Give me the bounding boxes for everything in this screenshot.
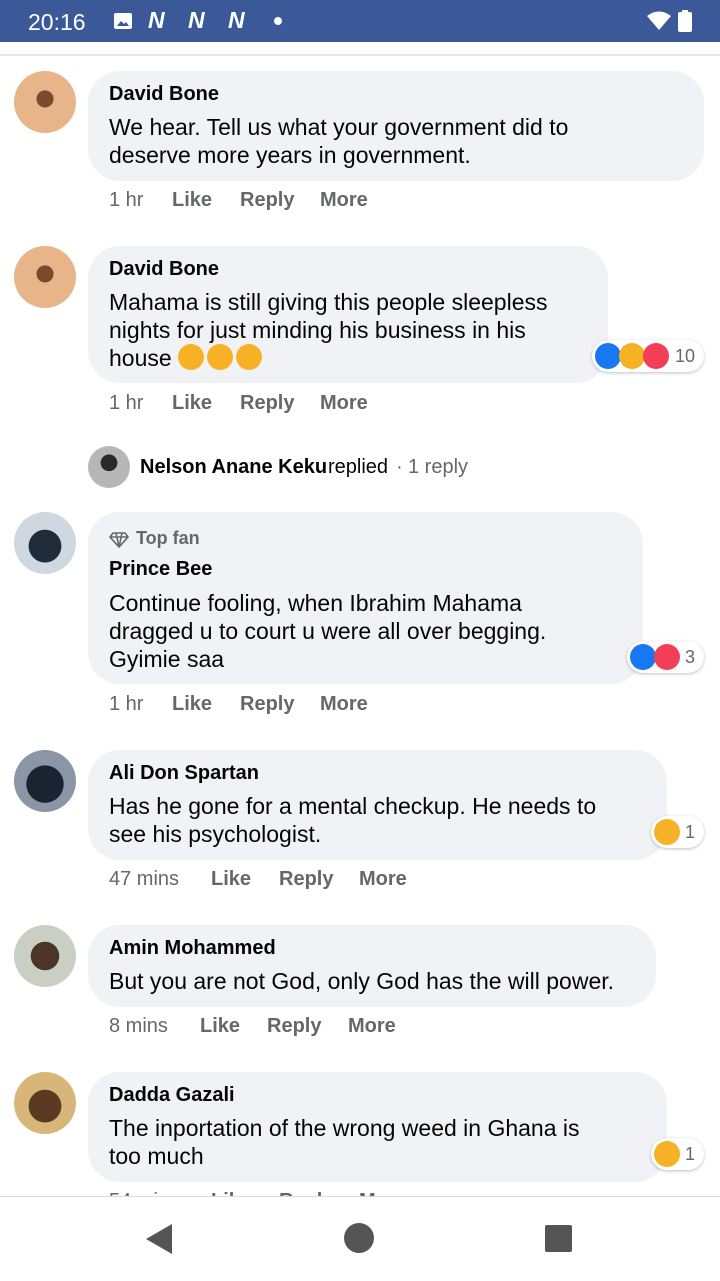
comment-time: 47 mins [109, 868, 180, 890]
more-button[interactable]: More [320, 693, 368, 716]
like-button[interactable]: Like [172, 392, 212, 415]
more-button[interactable]: More [320, 189, 368, 212]
comment-text: Gyimie saa [109, 646, 225, 672]
notification-n-icon: N [228, 7, 245, 33]
comment-bubble: Dadda Gazali The inportation of the wron… [88, 1072, 667, 1182]
comment-bubble: Ali Don Spartan Has he gone for a mental… [88, 750, 667, 860]
reply-button[interactable]: Reply [240, 693, 294, 716]
replier-name: Nelson Anane Keku [140, 456, 328, 478]
divider [0, 54, 720, 56]
like-icon [595, 343, 621, 369]
comment-text: Mahama is still giving this people sleep… [109, 289, 548, 315]
more-button[interactable]: More [359, 868, 407, 891]
comment-text: deserve more years in government. [109, 142, 471, 168]
notification-n-icon: N [188, 7, 205, 33]
comment-bubble: Top fan Prince Bee Continue fooling, whe… [88, 512, 643, 684]
navigation-bar [0, 1196, 720, 1281]
avatar[interactable] [14, 512, 76, 574]
comment-time: 1 hr [109, 693, 144, 715]
battery-icon [678, 10, 692, 32]
reply-button[interactable]: Reply [240, 392, 294, 415]
comment-text: The inportation of the wrong weed in Gha… [109, 1115, 580, 1141]
reply-button[interactable]: Reply [240, 189, 294, 212]
avatar[interactable] [14, 1072, 76, 1134]
like-icon [630, 644, 656, 670]
comment-text-end: house [109, 345, 172, 371]
top-fan-badge: Top fan [136, 528, 200, 548]
diamond-icon [109, 532, 129, 548]
avatar[interactable] [14, 246, 76, 308]
commenter-name[interactable]: Ali Don Spartan [109, 762, 259, 785]
avatar[interactable] [14, 71, 76, 133]
reaction-summary[interactable]: 10 [592, 340, 704, 372]
avatar[interactable] [14, 750, 76, 812]
haha-icon [654, 1141, 680, 1167]
reply-button[interactable]: Reply [279, 868, 333, 891]
avatar[interactable] [14, 925, 76, 987]
comment-time: 8 mins [109, 1015, 168, 1037]
rofl-emoji-icon [207, 344, 234, 370]
comment-bubble: David Bone We hear. Tell us what your go… [88, 71, 704, 181]
rofl-emoji-icon [178, 344, 205, 370]
comment-text: too much [109, 1143, 204, 1169]
comment-text: see his psychologist. [109, 821, 322, 847]
love-icon [643, 343, 669, 369]
reaction-summary[interactable]: 1 [651, 816, 704, 848]
back-icon[interactable] [145, 1223, 173, 1255]
commenter-name[interactable]: Prince Bee [109, 558, 212, 581]
like-button[interactable]: Like [211, 868, 251, 891]
haha-icon [654, 819, 680, 845]
reply-count: 1 reply [408, 456, 469, 478]
more-button[interactable]: More [320, 392, 368, 415]
recents-icon[interactable] [545, 1225, 572, 1252]
home-icon[interactable] [343, 1222, 375, 1254]
status-bar: 20:16 N N N [0, 0, 720, 42]
comment-text: dragged u to court u were all over beggi… [109, 618, 547, 644]
comment-text: nights for just minding his business in … [109, 317, 526, 343]
reaction-summary[interactable]: 3 [627, 641, 704, 673]
status-time: 20:16 [28, 9, 86, 35]
avatar [88, 446, 130, 488]
reply-button[interactable]: Reply [267, 1015, 321, 1038]
separator: · [396, 456, 403, 478]
reaction-count: 3 [685, 647, 696, 667]
commenter-name[interactable]: Dadda Gazali [109, 1084, 235, 1107]
wifi-icon [647, 11, 671, 30]
haha-icon [619, 343, 645, 369]
reaction-count: 1 [685, 1144, 696, 1164]
gallery-icon [114, 13, 132, 29]
commenter-name[interactable]: Amin Mohammed [109, 937, 276, 960]
notification-n-icon: N [148, 7, 165, 33]
like-button[interactable]: Like [172, 189, 212, 212]
commenter-name[interactable]: David Bone [109, 258, 219, 281]
comment-bubble: David Bone Mahama is still giving this p… [88, 246, 608, 383]
love-icon [654, 644, 680, 670]
reaction-count: 1 [685, 822, 696, 842]
commenter-name[interactable]: David Bone [109, 83, 219, 106]
more-button[interactable]: More [348, 1015, 396, 1038]
comment-text: We hear. Tell us what your government di… [109, 114, 569, 140]
comment-time: 1 hr [109, 392, 144, 414]
reaction-summary[interactable]: 1 [651, 1138, 704, 1170]
comment-text: Has he gone for a mental checkup. He nee… [109, 793, 597, 819]
like-button[interactable]: Like [172, 693, 212, 716]
comment-text: But you are not God, only God has the wi… [109, 968, 615, 994]
comment-text: house [109, 344, 265, 372]
like-button[interactable]: Like [200, 1015, 240, 1038]
reply-action: replied [328, 456, 389, 478]
comment-bubble: Amin Mohammed But you are not God, only … [88, 925, 656, 1007]
comment-time: 1 hr [109, 189, 144, 211]
rofl-emoji-icon [236, 344, 263, 370]
reaction-count: 10 [675, 346, 696, 366]
comment-text: Continue fooling, when Ibrahim Mahama [109, 590, 522, 616]
notification-dot-icon [274, 17, 282, 25]
